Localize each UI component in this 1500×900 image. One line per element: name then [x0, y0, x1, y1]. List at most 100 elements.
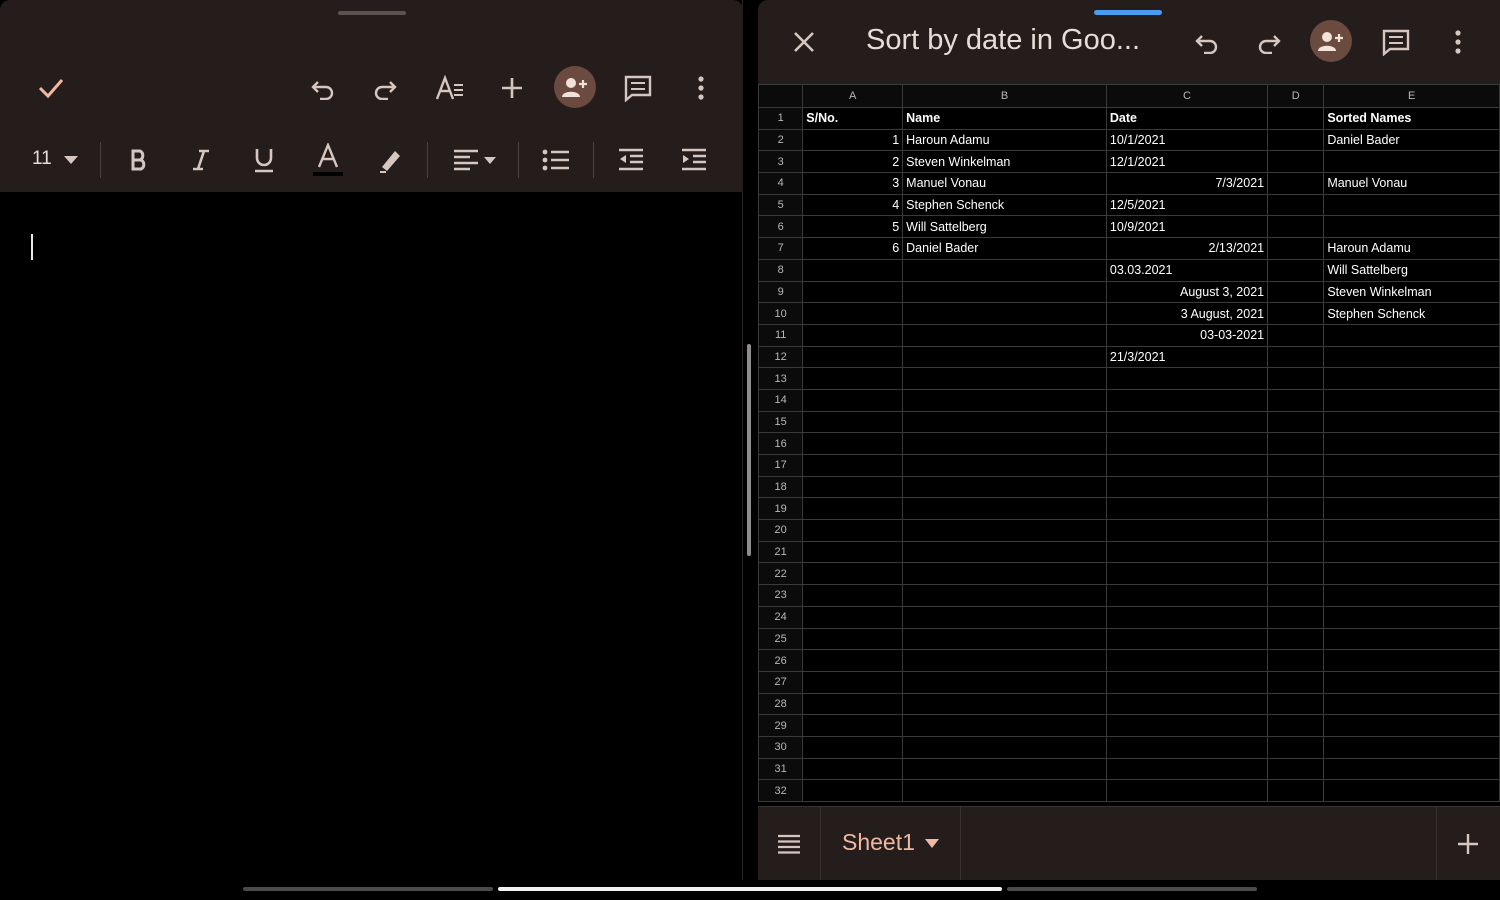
sheet-tab-sheet1[interactable]: Sheet1 [842, 829, 915, 856]
sheet-tab-dropdown-icon[interactable] [925, 839, 939, 848]
cell-a[interactable] [802, 323, 904, 347]
cell-c[interactable] [1105, 540, 1269, 564]
column-header-a[interactable]: A [802, 84, 904, 108]
row-header[interactable]: 10 [758, 302, 804, 325]
cell-d[interactable] [1267, 367, 1325, 390]
cell-e[interactable] [1323, 475, 1500, 499]
split-divider-handle[interactable] [747, 344, 751, 556]
highlight-icon[interactable] [376, 144, 406, 176]
cell-c[interactable] [1105, 410, 1269, 434]
cell-c[interactable]: 2/13/2021 [1105, 237, 1269, 260]
cell-e[interactable] [1323, 388, 1500, 412]
row-header[interactable]: 5 [758, 193, 804, 217]
italic-icon[interactable] [186, 144, 216, 176]
cell-a[interactable] [802, 714, 904, 737]
cell-e[interactable] [1323, 193, 1500, 217]
cell-e[interactable]: Sorted Names [1323, 107, 1500, 130]
cell-a[interactable] [802, 388, 904, 412]
row-header[interactable]: 21 [758, 540, 804, 564]
row-header[interactable]: 6 [758, 215, 804, 239]
cell-a[interactable] [802, 649, 904, 672]
row-header[interactable]: 18 [758, 475, 804, 499]
cell-a[interactable] [802, 367, 904, 390]
text-color-icon[interactable] [311, 142, 345, 178]
cell-c[interactable]: 10/9/2021 [1105, 215, 1269, 239]
home-gesture-handle[interactable] [498, 887, 1002, 891]
cell-a[interactable] [802, 302, 904, 325]
cell-d[interactable] [1267, 258, 1325, 282]
dropdown-caret-icon[interactable] [62, 152, 80, 168]
cell-b[interactable] [902, 757, 1107, 781]
text-format-icon[interactable] [432, 72, 468, 104]
cell-c[interactable] [1105, 367, 1269, 390]
cell-c[interactable] [1105, 627, 1269, 651]
cell-a[interactable] [802, 432, 904, 455]
cell-b[interactable] [902, 475, 1107, 499]
cell-c[interactable] [1105, 605, 1269, 629]
cell-b[interactable] [902, 649, 1107, 672]
cell-a[interactable]: 6 [802, 237, 904, 260]
cell-a[interactable] [802, 410, 904, 434]
cell-a[interactable] [802, 757, 904, 781]
add-sheet-icon[interactable] [1455, 831, 1481, 857]
cell-d[interactable] [1267, 735, 1325, 759]
cell-a[interactable] [802, 605, 904, 629]
cell-b[interactable] [902, 714, 1107, 737]
cell-c[interactable] [1105, 714, 1269, 737]
comment-icon[interactable] [1378, 26, 1414, 58]
cell-c[interactable] [1105, 670, 1269, 694]
cell-b[interactable] [902, 497, 1107, 521]
row-header[interactable]: 4 [758, 172, 804, 195]
cell-d[interactable] [1267, 540, 1325, 564]
cell-a[interactable]: 1 [802, 128, 904, 152]
cell-a[interactable] [802, 627, 904, 651]
cell-d[interactable] [1267, 432, 1325, 455]
cell-e[interactable] [1323, 714, 1500, 737]
cell-d[interactable] [1267, 584, 1325, 607]
cell-c[interactable] [1105, 475, 1269, 499]
cell-c[interactable] [1105, 432, 1269, 455]
cell-b[interactable]: Will Sattelberg [902, 215, 1107, 239]
cell-e[interactable]: Manuel Vonau [1323, 172, 1500, 195]
cell-e[interactable] [1323, 757, 1500, 781]
cell-c[interactable]: August 3, 2021 [1105, 280, 1269, 304]
row-header[interactable]: 28 [758, 692, 804, 716]
cell-e[interactable]: Daniel Bader [1323, 128, 1500, 152]
cell-d[interactable] [1267, 562, 1325, 586]
redo-icon[interactable] [1252, 26, 1286, 58]
cell-d[interactable] [1267, 454, 1325, 477]
cell-d[interactable] [1267, 128, 1325, 152]
cell-b[interactable] [902, 388, 1107, 412]
text-cursor[interactable] [31, 234, 33, 260]
column-header-d[interactable]: D [1267, 84, 1325, 108]
cell-d[interactable] [1267, 323, 1325, 347]
cell-c[interactable]: 3 August, 2021 [1105, 302, 1269, 325]
underline-icon[interactable] [249, 144, 279, 176]
cell-e[interactable] [1323, 410, 1500, 434]
cell-e[interactable] [1323, 605, 1500, 629]
row-header[interactable]: 19 [758, 497, 804, 521]
cell-e[interactable] [1323, 670, 1500, 694]
cell-a[interactable]: S/No. [802, 107, 904, 130]
cell-c[interactable] [1105, 519, 1269, 542]
increase-indent-icon[interactable] [679, 144, 709, 176]
cell-d[interactable] [1267, 345, 1325, 369]
cell-b[interactable]: Manuel Vonau [902, 172, 1107, 195]
cell-a[interactable] [802, 735, 904, 759]
bold-icon[interactable] [124, 144, 154, 176]
cell-a[interactable] [802, 519, 904, 542]
cell-e[interactable]: Haroun Adamu [1323, 237, 1500, 260]
cell-c[interactable]: 21/3/2021 [1105, 345, 1269, 369]
cell-b[interactable]: Name [902, 107, 1107, 130]
cell-b[interactable]: Haroun Adamu [902, 128, 1107, 152]
cell-e[interactable] [1323, 323, 1500, 347]
sheets-drag-handle[interactable] [1094, 10, 1162, 15]
cell-c[interactable] [1105, 388, 1269, 412]
cell-c[interactable] [1105, 735, 1269, 759]
cell-e[interactable] [1323, 779, 1500, 802]
cell-c[interactable]: 03.03.2021 [1105, 258, 1269, 282]
cell-e[interactable] [1323, 649, 1500, 672]
row-header[interactable]: 27 [758, 670, 804, 694]
cell-e[interactable] [1323, 497, 1500, 521]
cell-d[interactable] [1267, 193, 1325, 217]
